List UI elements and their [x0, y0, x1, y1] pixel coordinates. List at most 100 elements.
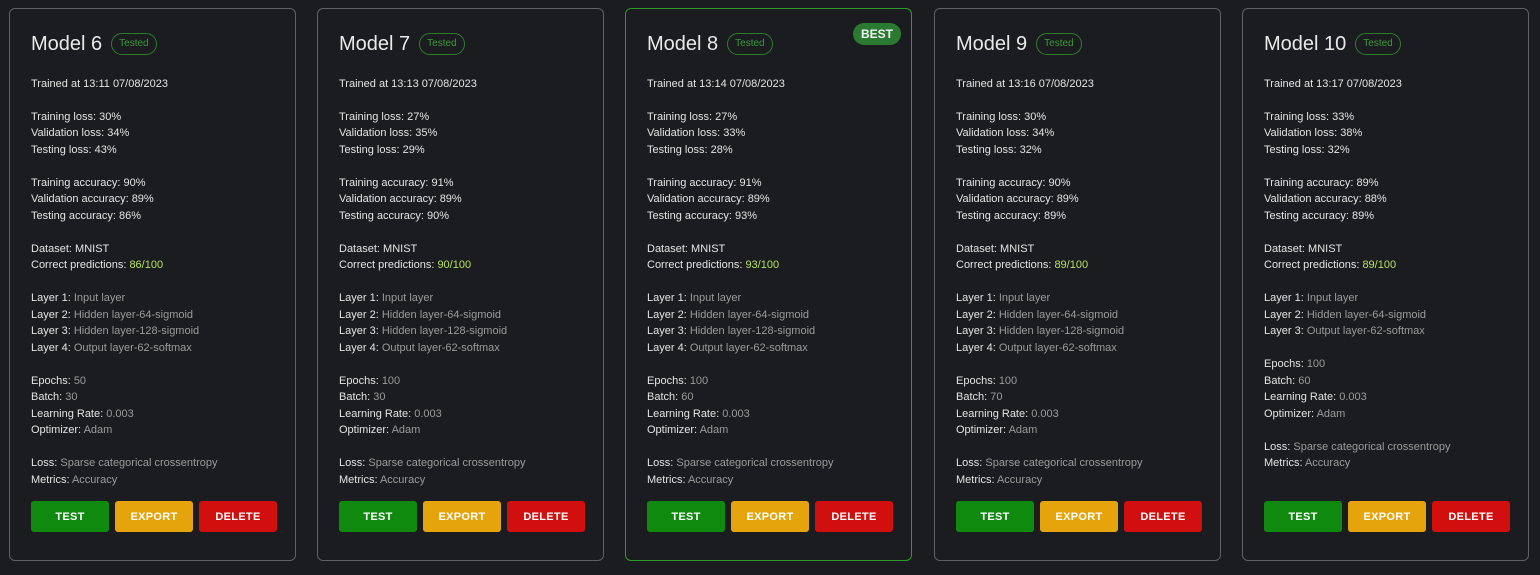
metrics-row: Metrics: Accuracy	[647, 473, 733, 487]
export-button[interactable]: EXPORT	[1040, 501, 1118, 532]
delete-button[interactable]: DELETE	[199, 501, 277, 532]
validation-accuracy-label: Validation accuracy:	[339, 193, 437, 205]
validation-loss-value: 38%	[1340, 127, 1363, 139]
best-badge: BEST	[852, 23, 901, 45]
status-badge: Tested	[1355, 33, 1401, 55]
optimizer-label: Optimizer:	[956, 424, 1007, 436]
training-loss-row: Training loss: 30%	[956, 110, 1046, 124]
optimizer-label: Optimizer:	[647, 424, 698, 436]
layer-4-value: Output layer-62-softmax	[381, 341, 500, 354]
validation-loss-row: Validation loss: 33%	[647, 126, 745, 140]
test-button[interactable]: TEST	[339, 501, 417, 532]
layer-3-value: Hidden layer-128-sigmoid	[73, 325, 200, 337]
dataset-label: Dataset:	[956, 243, 997, 255]
dataset-value: MNIST	[691, 243, 726, 255]
optimizer-row: Optimizer: Adam	[1264, 407, 1345, 421]
test-button[interactable]: TEST	[31, 501, 109, 532]
optimizer-row: Optimizer: Adam	[339, 423, 420, 437]
layer-3-value: Hidden layer-128-sigmoid	[381, 325, 508, 337]
trained-at-value: Trained at 13:16 07/08/2023	[956, 78, 1094, 90]
training-loss-label: Training loss:	[956, 111, 1022, 123]
epochs-row: Epochs: 50	[31, 374, 86, 388]
layer-4-row: Layer 4: Output layer-62-softmax	[647, 341, 808, 355]
layer-3-label: Layer 3:	[31, 325, 71, 337]
testing-accuracy-label: Testing accuracy:	[31, 210, 116, 222]
layer-3-label: Layer 3:	[339, 325, 379, 337]
learning-rate-value: 0.003	[1031, 407, 1059, 420]
metrics-row: Metrics: Accuracy	[31, 473, 117, 487]
delete-button[interactable]: DELETE	[1124, 501, 1202, 532]
training-loss-label: Training loss:	[647, 111, 713, 123]
export-button[interactable]: EXPORT	[115, 501, 193, 532]
validation-accuracy-value: 89%	[747, 193, 770, 205]
metrics-value: Accuracy	[1304, 457, 1351, 469]
layer-1-value: Input layer	[998, 292, 1051, 304]
layer-2-value: Hidden layer-64-sigmoid	[689, 308, 810, 321]
loss-function-value: Sparse categorical crossentropy	[985, 457, 1143, 469]
layer-2-row: Layer 2: Hidden layer-64-sigmoid	[1264, 308, 1426, 322]
delete-button[interactable]: DELETE	[815, 501, 893, 532]
dataset-row: Dataset: MNIST	[956, 242, 1034, 256]
testing-accuracy-label: Testing accuracy:	[1264, 210, 1349, 222]
batch-value: 30	[65, 391, 78, 403]
trained-at-value: Trained at 13:17 07/08/2023	[1264, 78, 1402, 90]
validation-loss-row: Validation loss: 35%	[339, 126, 437, 140]
batch-value: 30	[373, 391, 386, 403]
testing-accuracy-value: 90%	[427, 210, 450, 222]
layer-3-value: Output layer-62-softmax	[1306, 325, 1425, 337]
test-button[interactable]: TEST	[647, 501, 725, 532]
testing-accuracy-row: Testing accuracy: 86%	[31, 209, 141, 223]
training-accuracy-row: Training accuracy: 90%	[31, 176, 146, 190]
test-button[interactable]: TEST	[956, 501, 1034, 532]
epochs-row: Epochs: 100	[956, 374, 1017, 388]
layer-4-value: Output layer-62-softmax	[689, 341, 808, 354]
loss-function-value: Sparse categorical crossentropy	[60, 457, 218, 469]
loss-function-label: Loss:	[956, 457, 983, 469]
layer-3-row: Layer 3: Hidden layer-128-sigmoid	[339, 324, 507, 338]
metrics-label: Metrics:	[647, 473, 686, 486]
layer-1-row: Layer 1: Input layer	[647, 291, 741, 305]
dataset-label: Dataset:	[31, 243, 72, 255]
test-button[interactable]: TEST	[1264, 501, 1342, 532]
export-button[interactable]: EXPORT	[423, 501, 501, 532]
card-header: Model 10 Tested	[1264, 31, 1401, 57]
testing-accuracy-row: Testing accuracy: 93%	[647, 209, 757, 223]
epochs-value: 100	[689, 374, 709, 387]
training-accuracy-label: Training accuracy:	[1264, 177, 1354, 189]
validation-accuracy-value: 89%	[439, 193, 462, 205]
testing-loss-row: Testing loss: 32%	[1264, 143, 1350, 157]
validation-accuracy-row: Validation accuracy: 89%	[339, 192, 462, 206]
dataset-label: Dataset:	[339, 243, 380, 255]
epochs-row: Epochs: 100	[647, 374, 708, 388]
layer-1-value: Input layer	[689, 292, 742, 304]
layer-4-label: Layer 4:	[31, 341, 71, 354]
training-loss-label: Training loss:	[1264, 111, 1330, 123]
layer-1-value: Input layer	[381, 292, 434, 304]
validation-accuracy-row: Validation accuracy: 89%	[31, 192, 154, 206]
loss-function-row: Loss: Sparse categorical crossentropy	[339, 456, 526, 470]
dataset-label: Dataset:	[1264, 243, 1305, 255]
delete-button[interactable]: DELETE	[507, 501, 585, 532]
learning-rate-label: Learning Rate:	[1264, 391, 1337, 403]
dataset-row: Dataset: MNIST	[647, 242, 725, 256]
export-button[interactable]: EXPORT	[1348, 501, 1426, 532]
correct-predictions-row: Correct predictions: 86/100	[31, 258, 163, 272]
learning-rate-value: 0.003	[106, 407, 134, 420]
optimizer-label: Optimizer:	[31, 424, 82, 436]
layer-3-row: Layer 3: Hidden layer-128-sigmoid	[956, 324, 1124, 338]
model-card: BEST Model 8 Tested Trained at 13:14 07/08/…	[625, 8, 912, 561]
correct-predictions-label: Correct predictions:	[339, 259, 435, 271]
validation-loss-row: Validation loss: 38%	[1264, 126, 1362, 140]
dataset-row: Dataset: MNIST	[339, 242, 417, 256]
validation-accuracy-label: Validation accuracy:	[647, 193, 745, 205]
testing-loss-label: Testing loss:	[956, 144, 1017, 156]
training-accuracy-row: Training accuracy: 90%	[956, 176, 1071, 190]
learning-rate-label: Learning Rate:	[956, 407, 1029, 420]
delete-button[interactable]: DELETE	[1432, 501, 1510, 532]
training-loss-row: Training loss: 30%	[31, 110, 121, 124]
trained-at-value: Trained at 13:14 07/08/2023	[647, 78, 785, 90]
testing-accuracy-label: Testing accuracy:	[956, 210, 1041, 222]
testing-accuracy-row: Testing accuracy: 90%	[339, 209, 449, 223]
export-button[interactable]: EXPORT	[731, 501, 809, 532]
model-title: Model 9	[956, 33, 1028, 55]
